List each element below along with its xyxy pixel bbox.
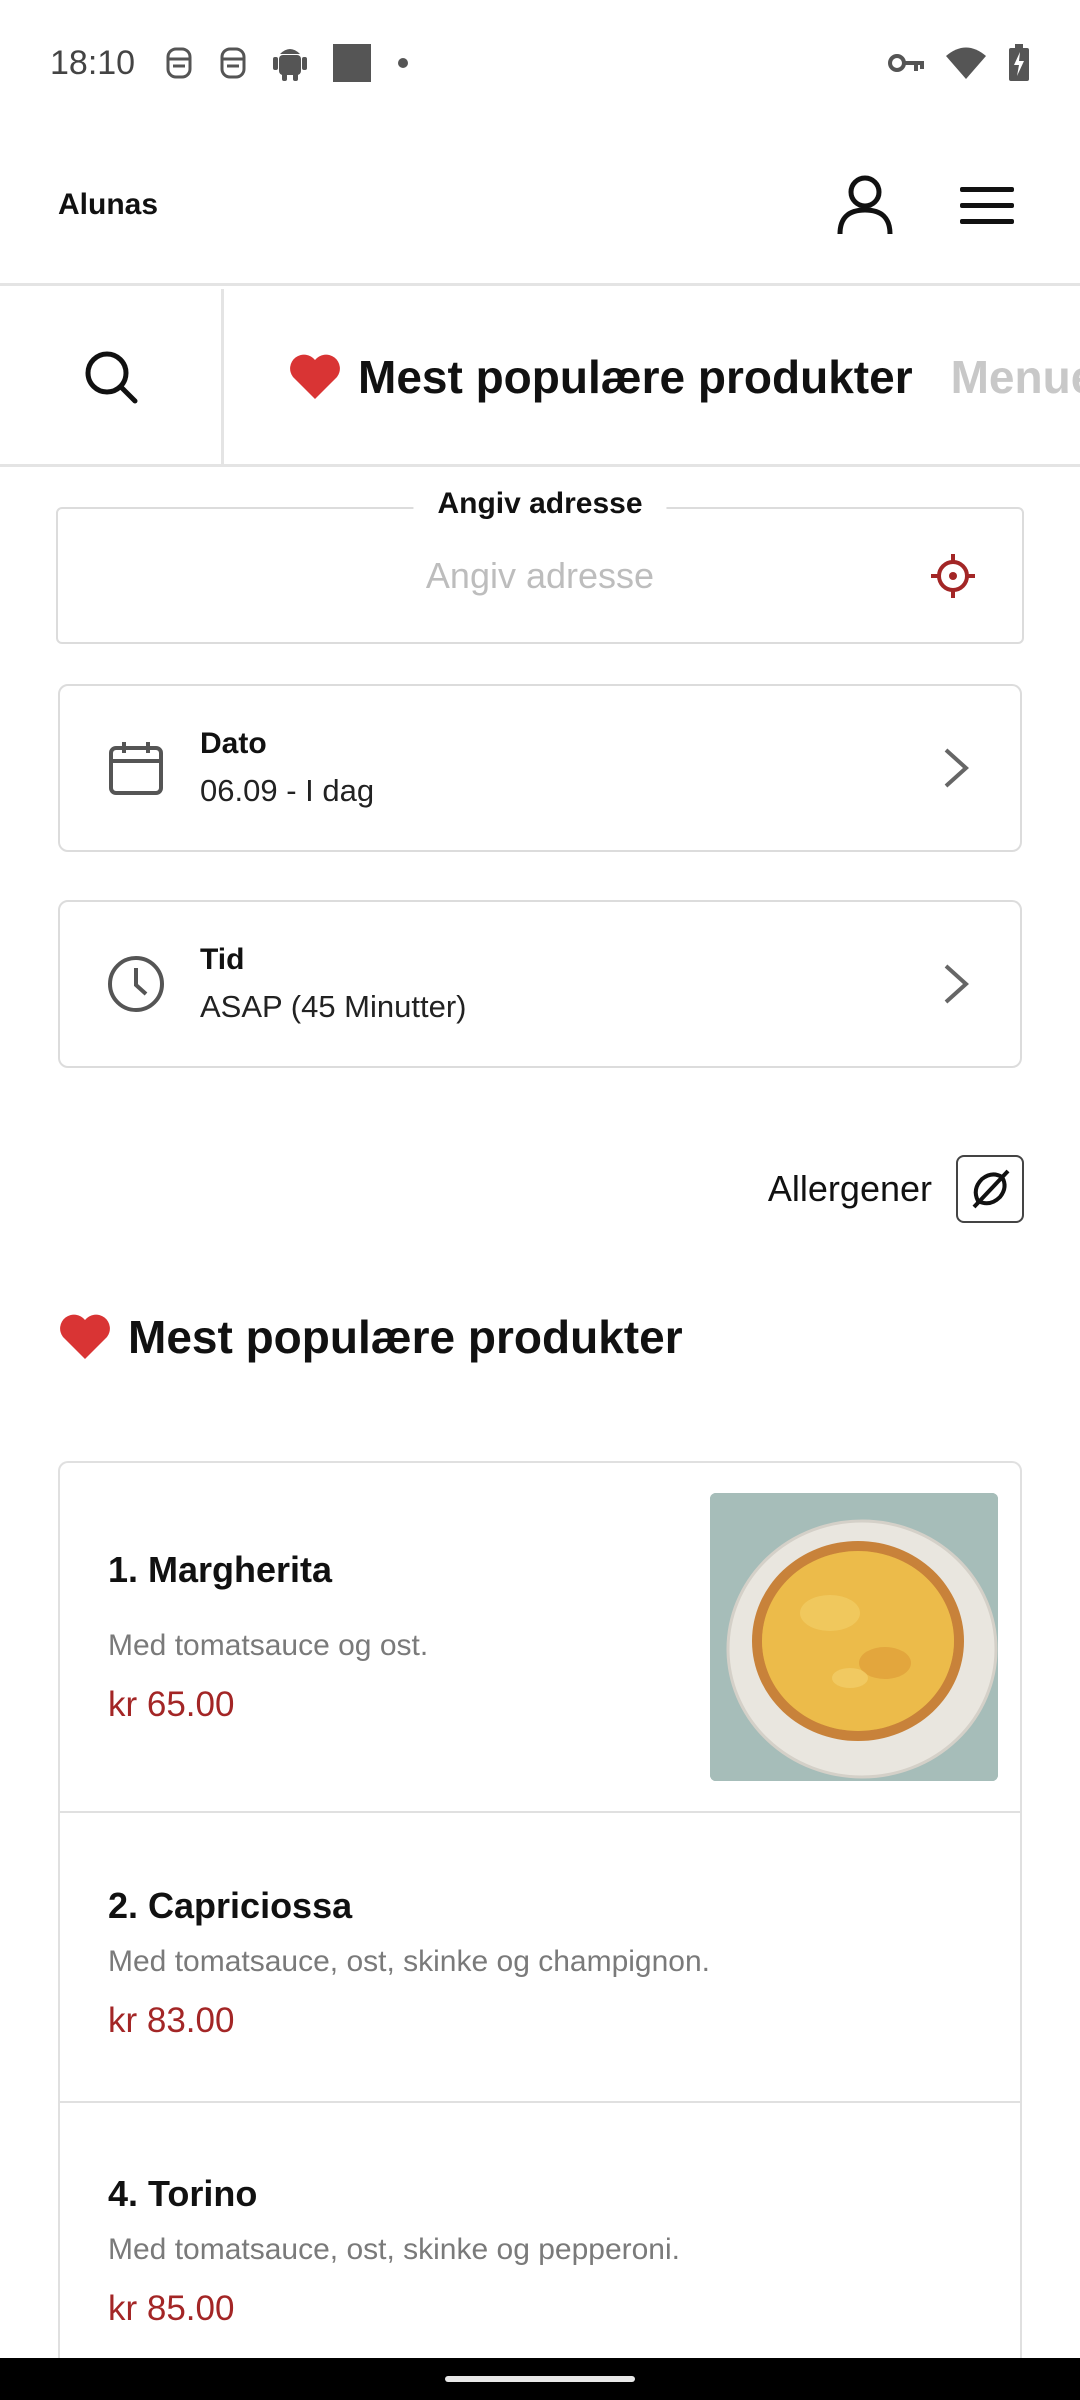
menu-button[interactable]	[952, 170, 1022, 240]
heart-icon	[58, 1313, 112, 1361]
product-item[interactable]: 4. Torino Med tomatsauce, ost, skinke og…	[60, 2103, 1020, 2363]
product-name: 2. Capriciossa	[108, 1885, 353, 1926]
date-title: Dato	[200, 727, 267, 760]
product-price: kr 83.00	[108, 2001, 235, 2040]
wifi-icon	[946, 47, 986, 79]
address-input[interactable]	[58, 509, 1022, 642]
search-icon	[85, 351, 137, 403]
dot-icon	[397, 57, 409, 69]
product-name: 4. Torino	[108, 2173, 258, 2214]
time-text: Tid ASAP (45 Minutter)	[200, 943, 466, 1025]
nfc-icon	[219, 46, 247, 80]
section-title-text: Mest populære produkter	[128, 1311, 683, 1363]
time-value: ASAP (45 Minutter)	[200, 989, 467, 1024]
section-title: Mest populære produkter	[58, 1310, 683, 1364]
time-picker-card[interactable]: Tid ASAP (45 Minutter)	[58, 900, 1022, 1068]
tab-most-popular[interactable]: Mest populære produkter	[288, 350, 913, 404]
clock-icon	[106, 954, 166, 1014]
chevron-right-icon	[936, 959, 976, 1009]
allergen-filter-icon	[972, 1169, 1010, 1209]
status-icons-right	[888, 44, 1030, 82]
heart-icon	[288, 353, 342, 401]
square-icon	[333, 44, 372, 82]
account-button[interactable]	[830, 170, 900, 240]
product-name: 1. Margherita	[108, 1549, 333, 1590]
date-picker-card[interactable]: Dato 06.09 - I dag	[58, 684, 1022, 852]
product-image	[710, 1493, 998, 1781]
system-nav-bar	[0, 2358, 1080, 2400]
product-item[interactable]: 2. Capriciossa Med tomatsauce, ost, skin…	[60, 1813, 1020, 2103]
person-icon	[837, 175, 893, 234]
allergen-filter: Allergener	[768, 1155, 1024, 1223]
status-icons-left	[165, 44, 409, 82]
calendar-icon	[106, 738, 166, 798]
product-description: Med tomatsauce og ost.	[108, 1629, 429, 1662]
allergen-button[interactable]	[956, 1155, 1024, 1223]
product-price: kr 85.00	[108, 2289, 235, 2328]
locate-button[interactable]	[928, 551, 978, 601]
brand-name[interactable]: Alunas	[58, 188, 158, 222]
product-description: Med tomatsauce, ost, skinke og champigno…	[108, 1945, 710, 1978]
status-bar: 18:10	[0, 0, 1080, 126]
crosshair-icon	[931, 553, 975, 598]
product-item[interactable]: 1. Margherita Med tomatsauce og ost. kr …	[60, 1463, 1020, 1813]
category-search-button[interactable]	[0, 289, 224, 464]
battery-charging-icon	[1008, 44, 1030, 82]
tab-label: Menuen	[950, 350, 1080, 403]
header-actions	[830, 170, 1022, 240]
status-time: 18:10	[50, 43, 136, 82]
app-header: Alunas	[0, 126, 1080, 286]
android-icon	[273, 45, 308, 81]
nfc-icon	[165, 46, 193, 80]
vpn-key-icon	[888, 52, 924, 74]
address-field: Angiv adresse	[56, 487, 1024, 644]
time-title: Tid	[200, 943, 245, 976]
tab-menu[interactable]: Menuen	[951, 350, 1080, 404]
allergen-label: Allergener	[767, 1168, 932, 1209]
category-tabs: Mest populære produkter Menuen	[224, 350, 1080, 404]
date-value: 06.09 - I dag	[200, 773, 375, 808]
date-text: Dato 06.09 - I dag	[200, 727, 374, 809]
product-description: Med tomatsauce, ost, skinke og pepperoni…	[108, 2233, 680, 2266]
chevron-right-icon	[936, 743, 976, 793]
tab-label: Mest populære produkter	[358, 350, 913, 403]
home-gesture-handle[interactable]	[445, 2376, 635, 2382]
product-price: kr 65.00	[108, 1685, 235, 1724]
product-list: 1. Margherita Med tomatsauce og ost. kr …	[58, 1461, 1022, 2363]
category-bar: Mest populære produkter Menuen	[0, 289, 1080, 467]
hamburger-menu-icon	[960, 186, 1014, 224]
